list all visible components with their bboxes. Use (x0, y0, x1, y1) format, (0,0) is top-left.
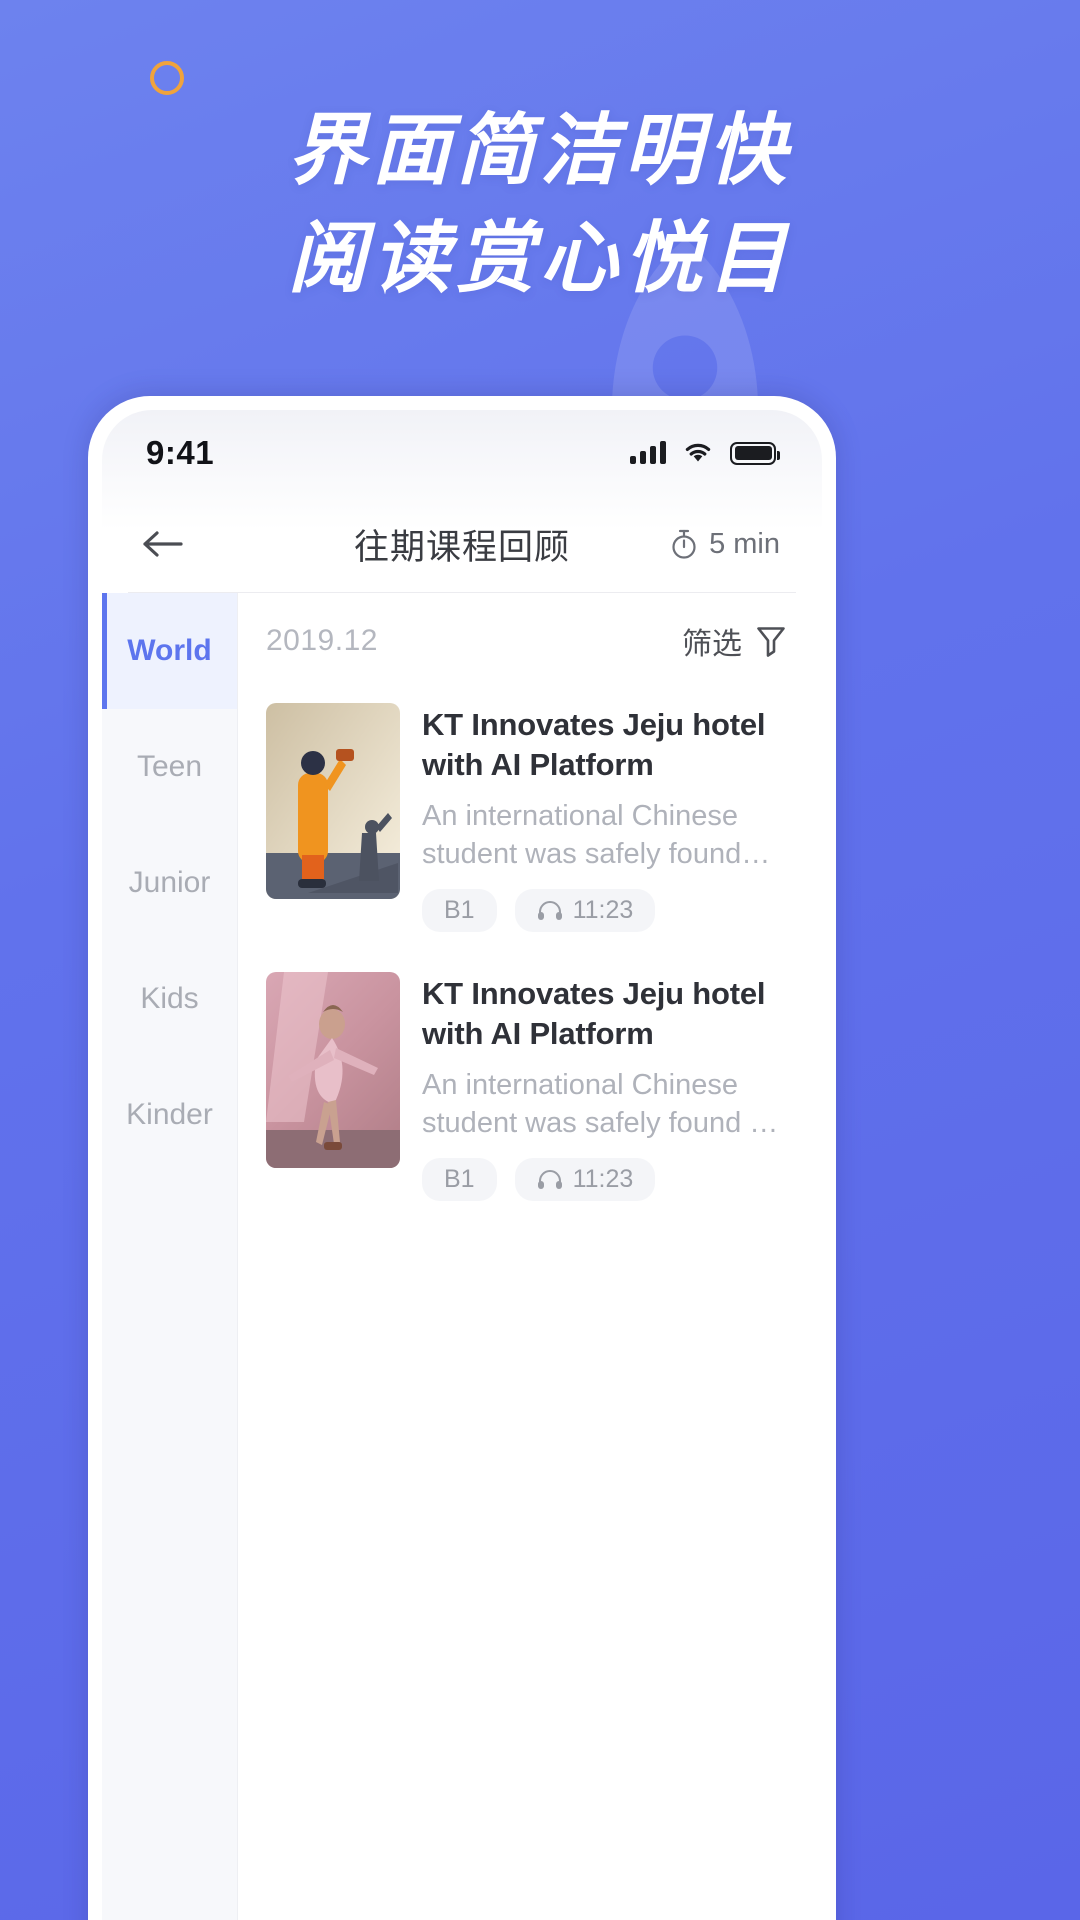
wifi-icon (685, 443, 711, 462)
sidebar-item-label: Kinder (126, 1098, 213, 1131)
level-badge: B1 (422, 1158, 497, 1201)
lesson-duration[interactable]: 5 min (669, 528, 780, 561)
article-title: KT Innovates Jeju hotel with AI Platform (422, 976, 766, 1051)
phone-screen: 9:41 往期课程回顾 5 min World Teen Junior Kids… (102, 410, 822, 1920)
sidebar-item-teen[interactable]: Teen (102, 709, 237, 825)
sidebar-item-kids[interactable]: Kids (102, 941, 237, 1057)
thumbnail-girl-dancing (266, 972, 400, 1168)
headphones-icon (537, 1169, 562, 1189)
promo-screenshot: 界面简洁明快 阅读赏心悦目 9:41 往期课程回顾 5 min World Te… (0, 0, 1080, 1920)
headphones-icon (537, 900, 562, 920)
audio-duration-badge: 11:23 (514, 889, 656, 932)
sidebar-item-label: Junior (128, 866, 211, 899)
sidebar-item-label: Teen (136, 750, 203, 783)
audio-duration-label: 11:23 (572, 896, 634, 924)
article-list-pane: 2019.12 筛选 KT Innovates Jeju hotel with … (238, 593, 822, 1920)
month-label: 2019.12 (266, 624, 378, 657)
navigation-bar: 往期课程回顾 5 min (102, 496, 822, 592)
headline-line-1: 界面简洁明快 (287, 106, 792, 194)
sidebar-item-kinder[interactable]: Kinder (102, 1057, 237, 1173)
article-tags: B1 11:23 (422, 889, 792, 932)
category-sidebar: World Teen Junior Kids Kinder (102, 593, 238, 1920)
sidebar-item-label: World (127, 634, 212, 667)
article-description: An international Chinese student was saf… (422, 1069, 779, 1139)
sidebar-item-label: Kids (140, 982, 199, 1015)
cellular-signal-icon (630, 441, 666, 464)
decorative-ring (150, 61, 184, 95)
sidebar-item-world[interactable]: World (102, 593, 237, 709)
filter-button[interactable]: 筛选 (682, 619, 788, 663)
status-bar-clock: 9:41 (146, 434, 215, 471)
article-content: KT Innovates Jeju hotel with AI Platform… (422, 703, 792, 932)
page-title: 界面简洁明快 阅读赏心悦目 (0, 96, 1080, 312)
phone-mockup: 9:41 往期课程回顾 5 min World Teen Junior Kids… (88, 396, 836, 1920)
list-header: 2019.12 筛选 (238, 593, 822, 689)
audio-duration-label: 11:23 (572, 1165, 634, 1193)
battery-icon (730, 441, 780, 465)
thumbnail-man-waving (266, 703, 400, 899)
headline-line-2: 阅读赏心悦目 (287, 214, 792, 302)
list-item[interactable]: KT Innovates Jeju hotel with AI Platform… (238, 689, 822, 958)
article-content: KT Innovates Jeju hotel with AI Platform… (422, 972, 792, 1201)
sidebar-item-junior[interactable]: Junior (102, 825, 237, 941)
lesson-duration-label: 5 min (709, 527, 780, 560)
filter-label: 筛选 (682, 628, 742, 661)
funnel-icon (757, 627, 785, 657)
article-title: KT Innovates Jeju hotel with AI Platform (422, 707, 766, 782)
stopwatch-icon (672, 529, 696, 559)
level-badge: B1 (422, 889, 497, 932)
article-tags: B1 11:23 (422, 1158, 792, 1201)
audio-duration-badge: 11:23 (514, 1158, 656, 1201)
article-description: An international Chinese student was saf… (422, 800, 771, 870)
list-item[interactable]: KT Innovates Jeju hotel with AI Platform… (238, 958, 822, 1227)
status-bar-icons (630, 441, 780, 465)
status-bar: 9:41 (102, 410, 822, 496)
content-area: World Teen Junior Kids Kinder 2019.12 筛选… (102, 593, 822, 1920)
